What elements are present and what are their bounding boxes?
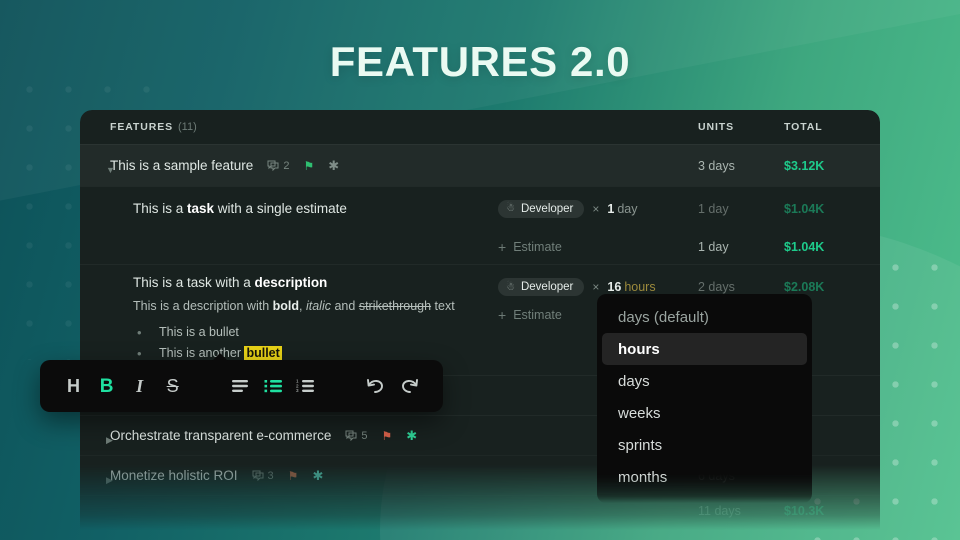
- task-two-total: $2.08K: [784, 280, 825, 294]
- heading-button[interactable]: H: [57, 369, 90, 403]
- task-row-single-estimate[interactable]: This is a task with a single estimate ☃︎…: [80, 186, 880, 230]
- plus-icon: +: [498, 239, 507, 255]
- bulleted-list-icon: [264, 380, 282, 393]
- dropdown-option-days[interactable]: days: [602, 365, 807, 397]
- flag-icon[interactable]: ⚑: [303, 160, 314, 172]
- svg-text:3: 3: [296, 388, 299, 393]
- numbered-list-button[interactable]: 1 2 3: [290, 369, 323, 403]
- description-paragraph[interactable]: This is a description with bold, italic …: [133, 299, 498, 313]
- units-column-header: UNITS: [698, 121, 734, 133]
- strikethrough-button[interactable]: S: [156, 369, 189, 403]
- dropdown-option-weeks[interactable]: weeks: [602, 397, 807, 429]
- features-header-label: FEATURES: [110, 121, 174, 133]
- footer-grand-total: $10.3K: [784, 503, 825, 518]
- add-estimate-label: Estimate: [513, 240, 562, 254]
- undo-icon: [367, 379, 384, 393]
- assignee-pill-developer[interactable]: ☃︎ Developer: [498, 199, 585, 218]
- comment-icon: [252, 470, 264, 482]
- estimate-quantity-wrap[interactable]: 1 day: [607, 201, 637, 216]
- avatar-icon: ☃︎: [506, 281, 515, 293]
- align-left-icon: [231, 380, 248, 392]
- description-content: This is a task with a description This i…: [133, 275, 498, 364]
- feature-row-total: $3.12K: [784, 158, 825, 173]
- bold-icon: B: [99, 375, 114, 397]
- row-meta: 5 ⚑ ✱: [345, 429, 417, 442]
- unit-word-dropdown-trigger[interactable]: hours: [624, 280, 655, 294]
- assignee-name: Developer: [520, 202, 574, 215]
- table-column-headers: FEATURES (11) UNITS TOTAL: [80, 110, 880, 144]
- comment-icon: [345, 430, 357, 442]
- dropdown-option-days-default[interactable]: days (default): [602, 301, 807, 333]
- page-title: FEATURES 2.0: [329, 38, 631, 85]
- redo-button[interactable]: [393, 369, 426, 403]
- undo-button[interactable]: [360, 369, 393, 403]
- unit-select-dropdown[interactable]: days (default) hours days weeks sprints …: [597, 294, 812, 503]
- comment-icon: [267, 160, 279, 171]
- task-one-sub-total: $1.04K: [784, 240, 825, 254]
- comment-count[interactable]: 5: [345, 430, 367, 442]
- task-row-subtotal: + Estimate 1 day $1.04K: [80, 230, 880, 264]
- dropdown-option-sprints[interactable]: sprints: [602, 429, 807, 461]
- comment-count[interactable]: 2: [267, 160, 289, 172]
- flag-icon[interactable]: ⚑: [381, 430, 392, 442]
- bullet-item: This is a bullet: [133, 322, 498, 343]
- add-estimate-button[interactable]: + Estimate: [498, 239, 562, 255]
- add-estimate-button[interactable]: + Estimate: [498, 307, 562, 323]
- feature-row-units: 3 days: [698, 158, 735, 173]
- highlighted-text: bullet: [244, 345, 282, 360]
- task-one-title: This is a task with a single estimate: [133, 201, 347, 216]
- row-title: Monetize holistic ROI: [110, 468, 238, 484]
- row-meta: 3 ⚑ ✱: [252, 469, 323, 482]
- total-column-header: TOTAL: [784, 121, 823, 133]
- rich-text-editor-toolbar[interactable]: H B I S 1 2 3: [40, 353, 443, 412]
- row-title: Orchestrate transparent e-commerce: [110, 428, 332, 444]
- multiply-symbol: ×: [592, 280, 600, 294]
- heading-icon: H: [67, 376, 81, 396]
- assignee-pill-developer[interactable]: ☃︎ Developer: [498, 278, 585, 296]
- italic-button[interactable]: I: [123, 369, 156, 403]
- comment-count-value: 3: [267, 469, 274, 482]
- task-two-title: This is a task with a description: [133, 275, 328, 290]
- task-one-units: 1 day: [698, 201, 729, 216]
- redo-icon: [402, 379, 419, 393]
- dropdown-option-hours[interactable]: hours: [602, 333, 807, 365]
- strikethrough-icon: S: [166, 376, 179, 396]
- sparkle-icon[interactable]: ✱: [312, 469, 323, 482]
- bold-button[interactable]: B: [90, 369, 123, 403]
- feature-row[interactable]: This is a sample feature 2 ⚑ ✱ 3 days $3…: [80, 144, 880, 186]
- feature-row-title: This is a sample feature: [110, 158, 254, 173]
- italic-icon: I: [136, 376, 144, 396]
- numbered-list-icon: 1 2 3: [296, 379, 315, 393]
- screenshot-root: FEATURES 2.0 FEATURES (11) UNITS TOTAL T…: [0, 0, 960, 540]
- align-left-button[interactable]: [224, 369, 257, 403]
- plus-icon: +: [498, 307, 507, 323]
- dropdown-option-months[interactable]: months: [602, 461, 807, 493]
- bulleted-list-button[interactable]: [257, 369, 290, 403]
- assignee-name: Developer: [520, 281, 574, 293]
- comment-count-value: 2: [283, 159, 290, 172]
- add-estimate-wrap-one[interactable]: + Estimate: [498, 239, 698, 255]
- task-two-units: 2 days: [698, 280, 735, 294]
- avatar-icon: ☃︎: [506, 203, 515, 214]
- footer-units-total: 11 days: [698, 503, 741, 518]
- add-estimate-label: Estimate: [513, 308, 562, 322]
- task-one-sub-units: 1 day: [698, 240, 729, 254]
- flag-icon[interactable]: ⚑: [288, 470, 299, 482]
- description-bullet-list[interactable]: This is a bullet This is another bullet: [133, 322, 498, 364]
- multiply-symbol: ×: [592, 201, 600, 216]
- sparkle-icon[interactable]: ✱: [328, 159, 339, 172]
- sparkle-icon[interactable]: ✱: [406, 429, 417, 442]
- features-count: (11): [178, 121, 197, 133]
- task-one-estimate-line: ☃︎ Developer × 1 day: [498, 199, 698, 218]
- feature-row-meta: 2 ⚑ ✱: [267, 159, 339, 172]
- comment-count-value: 5: [361, 429, 368, 442]
- comment-count[interactable]: 3: [252, 470, 274, 482]
- task-one-total: $1.04K: [784, 201, 825, 216]
